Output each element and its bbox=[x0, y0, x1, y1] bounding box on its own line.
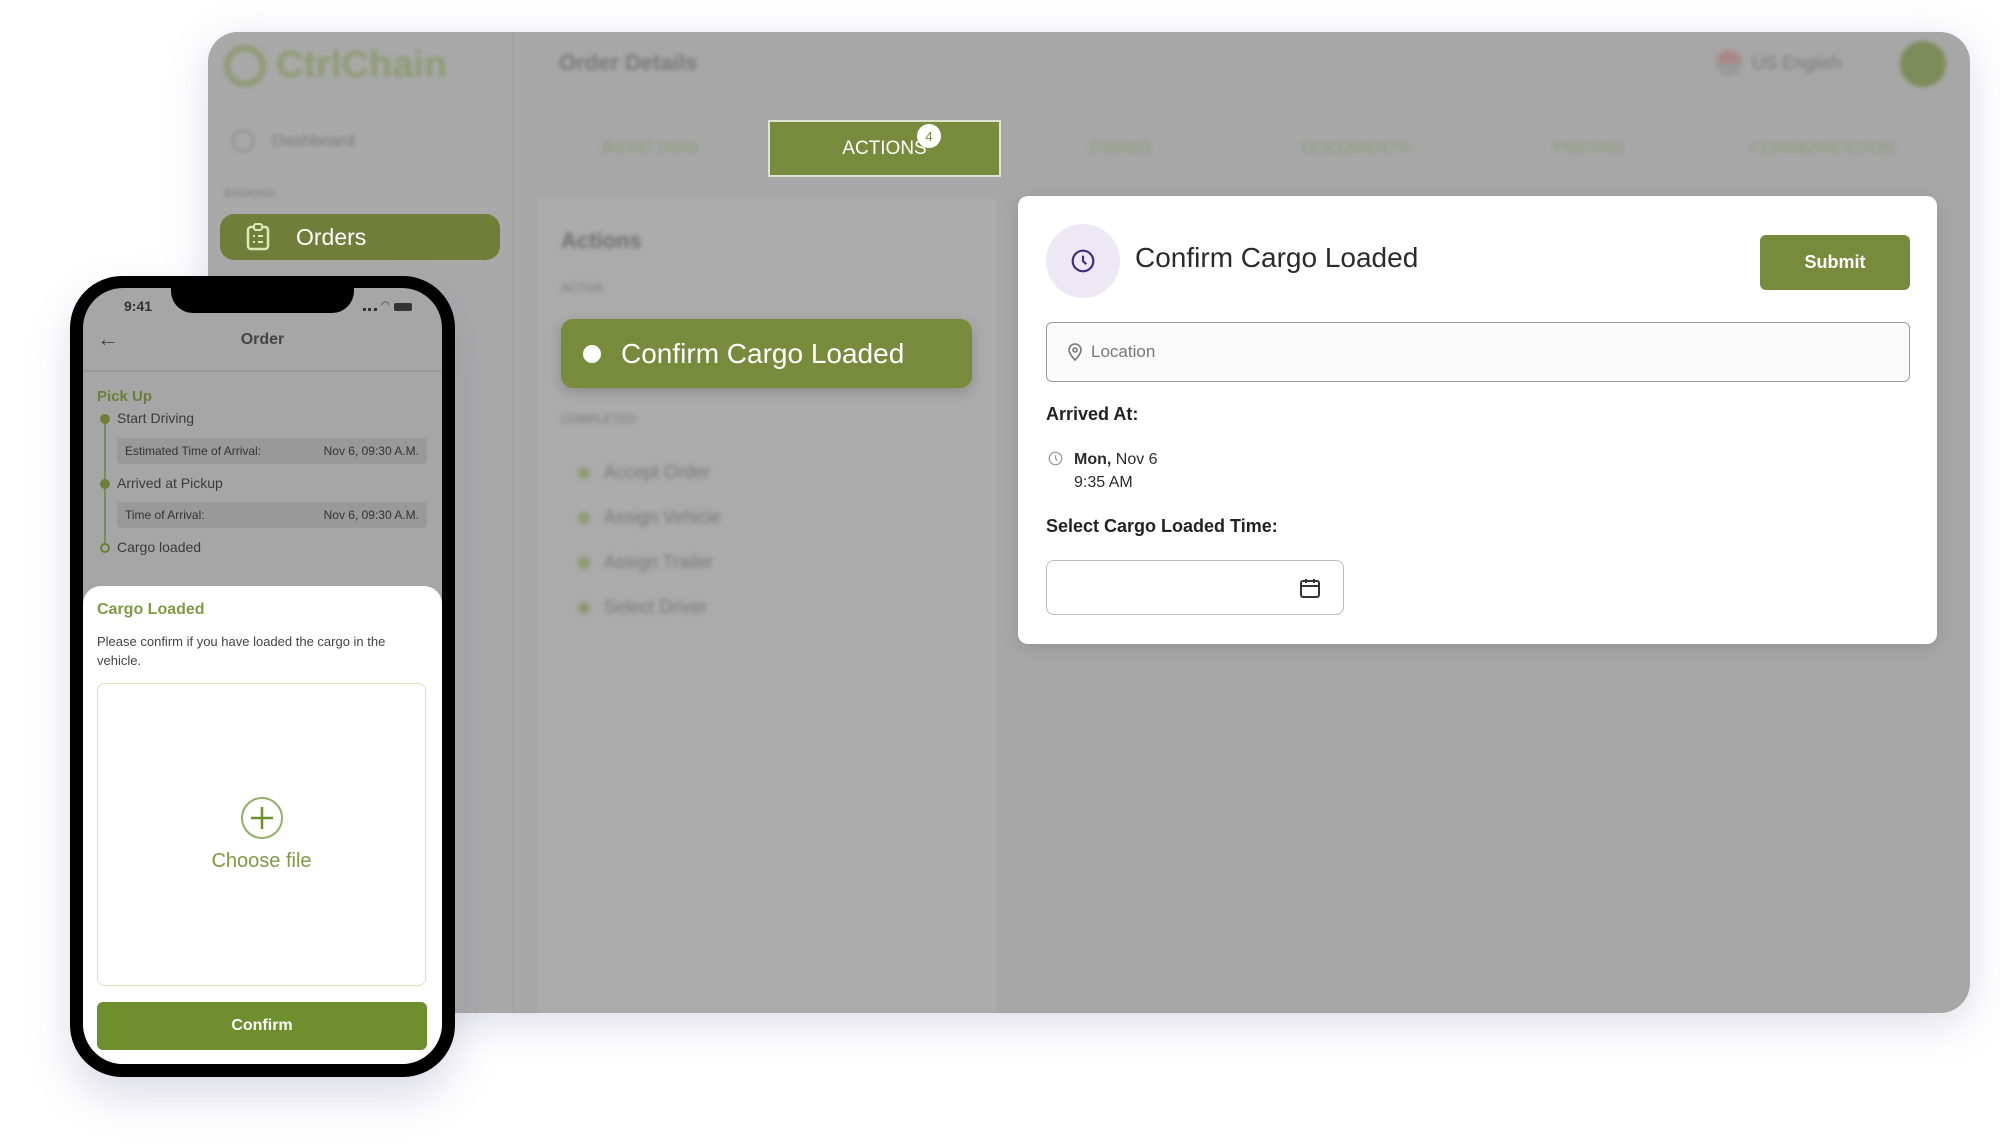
list-item[interactable]: Select Driver bbox=[578, 597, 721, 618]
field-value: Nov 6, 09:30 A.M. bbox=[323, 444, 419, 458]
sidebar-item-label: Dashboard bbox=[272, 131, 356, 150]
item-label: Assign Trailer bbox=[604, 552, 714, 572]
wifi-icon: ◠ bbox=[381, 300, 390, 311]
arrived-time: 9:35 AM bbox=[1074, 474, 1133, 491]
select-time-label: Select Cargo Loaded Time: bbox=[1046, 516, 1278, 536]
step-label: Arrived at Pickup bbox=[117, 475, 223, 491]
bottom-sheet: Cargo Loaded Please confirm if you have … bbox=[83, 586, 442, 1064]
calendar-icon[interactable] bbox=[1299, 577, 1321, 599]
tab-pricing[interactable]: PRICING bbox=[1471, 120, 1706, 177]
logo-icon bbox=[224, 44, 266, 87]
status-time: 9:41 bbox=[124, 298, 153, 314]
location-pin-icon bbox=[1068, 343, 1082, 361]
tab-documents[interactable]: DOCUMENTS bbox=[1238, 120, 1473, 177]
arrival-row: Time of Arrival: Nov 6, 09:30 A.M. bbox=[117, 502, 427, 528]
active-label: ACTIVE bbox=[561, 281, 605, 295]
divider bbox=[83, 370, 442, 372]
phone-screen: 9:41 ◠ ← Order Pick Up Start Driving Est… bbox=[83, 288, 442, 1064]
sidebar-section-label: BOOKING bbox=[224, 188, 276, 200]
confirm-cargo-card: Confirm Cargo Loaded Submit Location Arr… bbox=[1018, 196, 1937, 644]
check-icon bbox=[578, 601, 590, 614]
actions-heading: Actions bbox=[561, 228, 642, 253]
tab-actions[interactable]: ACTIONS 4 bbox=[768, 120, 1001, 177]
sheet-description: Please confirm if you have loaded the ca… bbox=[97, 634, 386, 668]
confirm-button[interactable]: Confirm bbox=[97, 1002, 427, 1050]
active-action-item[interactable]: Confirm Cargo Loaded bbox=[561, 319, 972, 388]
phone-title: Order bbox=[240, 331, 285, 348]
item-label: Accept Order bbox=[604, 462, 711, 482]
signal-icon bbox=[363, 302, 377, 311]
pickup-heading: Pick Up bbox=[97, 388, 153, 405]
language-label: US English bbox=[1752, 52, 1842, 73]
arrived-date: Nov 6 bbox=[1111, 451, 1158, 468]
submit-button[interactable]: Submit bbox=[1760, 235, 1910, 290]
clipboard-icon bbox=[246, 223, 270, 251]
choose-file-label: Choose file bbox=[211, 850, 312, 872]
clock-icon bbox=[1046, 224, 1120, 298]
tab-communication[interactable]: COMMUNICATION bbox=[1705, 120, 1940, 177]
timeline-dot-pending bbox=[100, 543, 110, 553]
small-clock-icon bbox=[1048, 451, 1063, 466]
card-title: Confirm Cargo Loaded bbox=[1135, 242, 1419, 273]
page-title: Order Details bbox=[559, 50, 698, 75]
list-item[interactable]: Assign Vehicle bbox=[578, 507, 721, 528]
language-selector[interactable]: US English bbox=[1716, 50, 1841, 76]
timeline-dot bbox=[100, 414, 110, 424]
sidebar-item-label: Orders bbox=[296, 223, 367, 250]
location-placeholder: Location bbox=[1091, 342, 1156, 361]
action-label: Confirm Cargo Loaded bbox=[621, 337, 905, 369]
arrived-label: Arrived At: bbox=[1046, 404, 1139, 424]
tab-badge: 4 bbox=[917, 124, 941, 148]
check-icon bbox=[578, 466, 590, 479]
sheet-title: Cargo Loaded bbox=[97, 601, 205, 618]
sidebar-item-orders[interactable]: Orders bbox=[220, 214, 500, 260]
list-item[interactable]: Assign Trailer bbox=[578, 552, 721, 573]
field-label: Time of Arrival: bbox=[125, 508, 205, 522]
item-label: Assign Vehicle bbox=[604, 507, 722, 527]
step-label: Start Driving bbox=[117, 410, 195, 426]
plus-circle-icon bbox=[240, 797, 283, 839]
arrived-datetime: Mon, Nov 6 9:35 AM bbox=[1074, 448, 1158, 494]
avatar[interactable] bbox=[1900, 41, 1946, 87]
phone-mockup: 9:41 ◠ ← Order Pick Up Start Driving Est… bbox=[70, 276, 455, 1077]
item-label: Select Driver bbox=[604, 597, 708, 617]
tab-cargo[interactable]: CARGO bbox=[1003, 120, 1238, 177]
tab-basic-info[interactable]: BASIC INFO bbox=[533, 120, 768, 177]
completed-label: COMPLETED bbox=[561, 412, 636, 426]
location-input[interactable]: Location bbox=[1046, 322, 1910, 382]
sidebar-item-dashboard[interactable]: Dashboard bbox=[232, 130, 355, 152]
status-icons: ◠ bbox=[363, 300, 412, 311]
phone-notch bbox=[171, 288, 354, 313]
battery-icon bbox=[393, 303, 412, 311]
radio-dot-icon bbox=[583, 344, 601, 363]
us-flag-icon bbox=[1716, 50, 1742, 76]
step-label: Cargo loaded bbox=[117, 539, 202, 555]
check-icon bbox=[578, 556, 590, 569]
arrived-day: Mon, bbox=[1074, 451, 1112, 468]
logo-text: CtrlChain bbox=[276, 44, 447, 86]
file-dropzone[interactable]: Choose file bbox=[97, 683, 426, 986]
logo: CtrlChain bbox=[224, 44, 447, 87]
cargo-loaded-time-input[interactable] bbox=[1046, 560, 1344, 615]
list-item[interactable]: Accept Order bbox=[578, 462, 721, 483]
tab-label: ACTIONS bbox=[842, 137, 927, 159]
field-value: Nov 6, 09:30 A.M. bbox=[323, 508, 419, 522]
timeline-dot bbox=[100, 479, 110, 489]
completed-list: Accept Order Assign Vehicle Assign Trail… bbox=[578, 462, 721, 618]
dashboard-icon bbox=[232, 130, 254, 152]
field-label: Estimated Time of Arrival: bbox=[125, 444, 262, 458]
check-icon bbox=[578, 511, 590, 524]
eta-row: Estimated Time of Arrival: Nov 6, 09:30 A… bbox=[117, 438, 427, 464]
